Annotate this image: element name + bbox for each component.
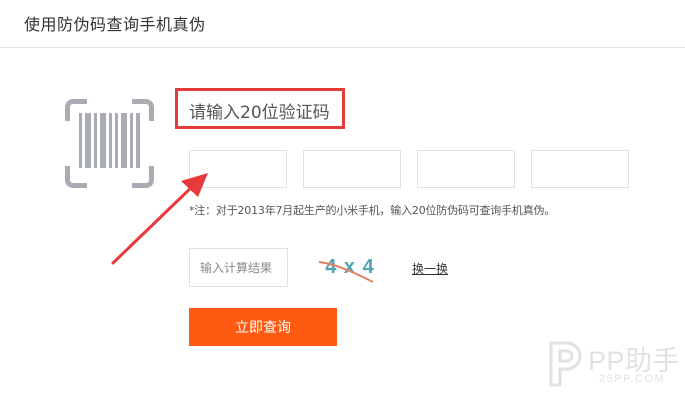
watermark-domain: 25PP.COM bbox=[599, 373, 666, 385]
verification-note: *注：对于2013年7月起生产的小米手机，输入20位防伪码可查询手机真伪。 bbox=[189, 204, 556, 217]
page-header: 使用防伪码查询手机真伪 bbox=[0, 0, 685, 48]
submit-query-button[interactable]: 立即查询 bbox=[189, 308, 337, 346]
captcha-answer-input[interactable] bbox=[189, 248, 288, 287]
code-input-2[interactable] bbox=[303, 150, 401, 188]
captcha-image: 4 x 4 bbox=[315, 252, 385, 286]
code-input-1[interactable] bbox=[189, 150, 287, 188]
captcha-strike-line bbox=[318, 261, 374, 283]
watermark: PP助手 25PP.COM bbox=[545, 335, 680, 393]
captcha-refresh-link[interactable]: 换一换 bbox=[412, 260, 448, 277]
verification-code-prompt: 请输入20位验证码 bbox=[189, 103, 330, 123]
barcode-scan-icon bbox=[65, 99, 154, 188]
code-input-3[interactable] bbox=[417, 150, 515, 188]
pp-assistant-logo bbox=[549, 341, 582, 387]
page-title: 使用防伪码查询手机真伪 bbox=[24, 15, 206, 34]
code-input-4[interactable] bbox=[531, 150, 629, 188]
